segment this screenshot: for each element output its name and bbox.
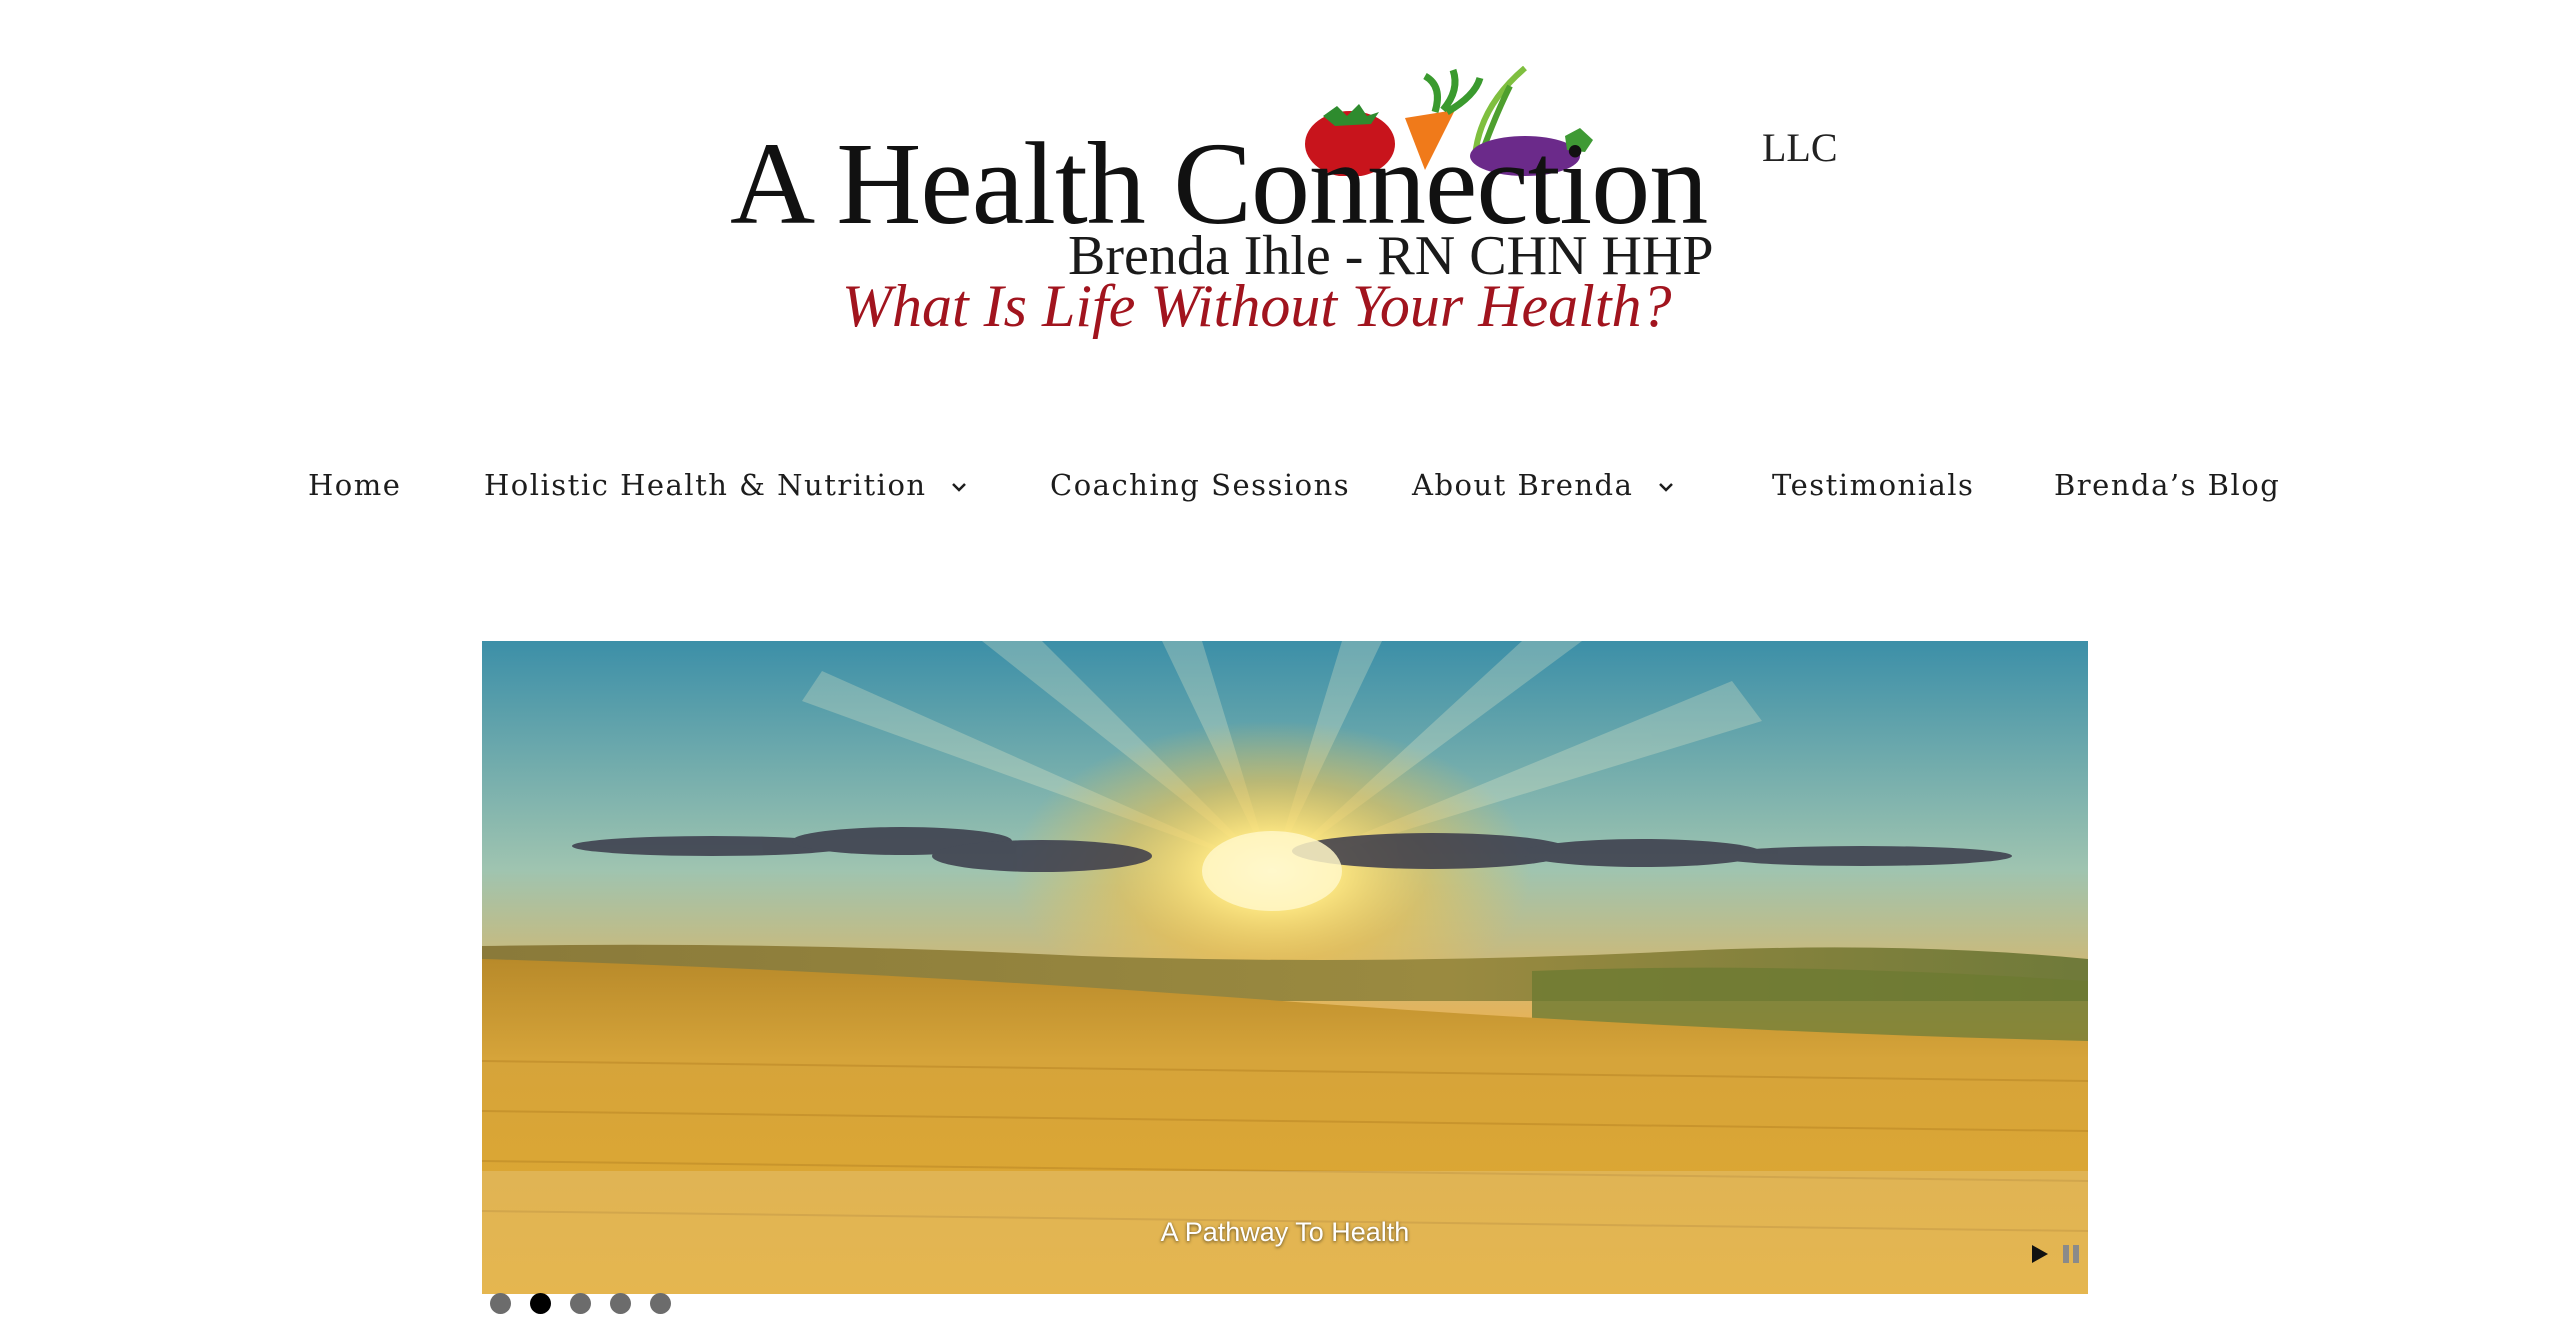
nav-item-testimonials[interactable]: Testimonials [1772, 460, 1974, 510]
nav-item-label: Testimonials [1772, 468, 1975, 502]
site-logo[interactable]: A Health Connection LLC Brenda Ihle - RN… [700, 60, 1870, 360]
nav-item-label: About Brenda [1412, 468, 1634, 502]
nav-item-about-brenda[interactable]: About Brenda [1412, 460, 1676, 510]
chevron-down-icon [952, 483, 967, 492]
nav-item-holistic-health[interactable]: Holistic Health & Nutrition [484, 460, 969, 510]
nav-item-blog[interactable]: Brenda’s Blog [2054, 460, 2280, 510]
nav-item-label: Home [308, 468, 402, 502]
slide-caption: A Pathway To Health [1160, 1217, 1410, 1247]
nav-item-label: Brenda’s Blog [2054, 468, 2281, 502]
slide-dot-3[interactable] [570, 1293, 591, 1314]
nav-item-home[interactable]: Home [308, 460, 401, 510]
nav-item-coaching-sessions[interactable]: Coaching Sessions [1050, 460, 1350, 510]
slide-dot-1[interactable] [490, 1293, 511, 1314]
slide-dot-4[interactable] [610, 1293, 631, 1314]
logo-suffix: LLC [1762, 125, 1838, 170]
hero-slider[interactable]: A Pathway To Health [482, 641, 2088, 1294]
slide-dot-5[interactable] [650, 1293, 671, 1314]
pause-icon[interactable] [2059, 1242, 2083, 1266]
chevron-down-icon [1659, 483, 1673, 492]
main-navigation: Home Holistic Health & Nutrition Coachin… [0, 460, 2560, 510]
slide-caption-bar: A Pathway To Health [482, 1171, 2088, 1294]
nav-item-label: Holistic Health & Nutrition [484, 468, 927, 502]
slide-dot-2[interactable] [530, 1293, 551, 1314]
nav-item-label: Coaching Sessions [1050, 468, 1351, 502]
logo-tagline: What Is Life Without Your Health? [842, 273, 1672, 339]
play-icon[interactable] [2027, 1242, 2051, 1266]
